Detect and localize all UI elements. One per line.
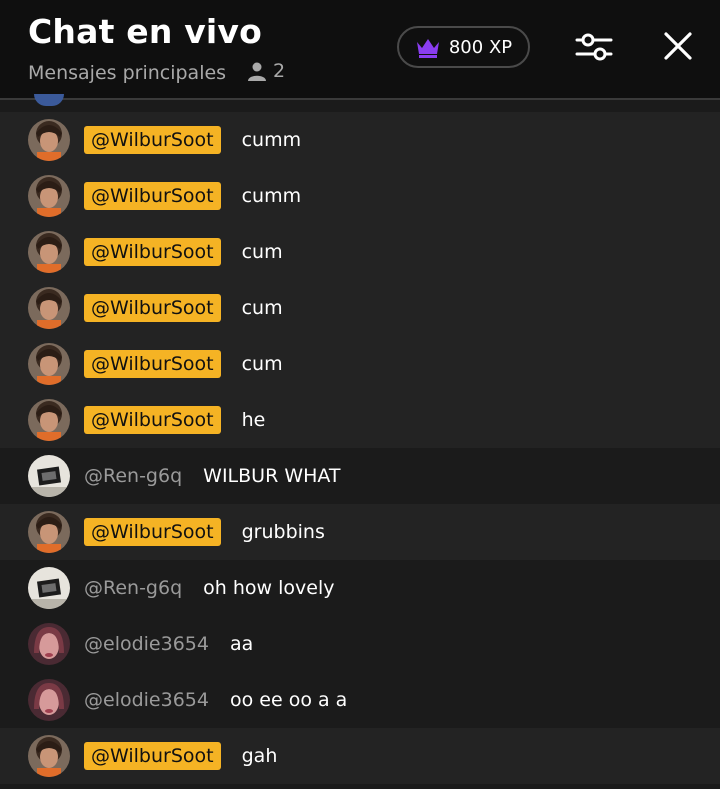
chat-message[interactable]: @WilburSoot cum [0, 280, 720, 336]
avatar-wilbur[interactable] [28, 511, 70, 553]
owner-username-badge[interactable]: @WilburSoot [84, 294, 221, 322]
chat-header: Chat en vivo Mensajes principales 2 800 … [0, 0, 720, 100]
crown-icon [416, 39, 439, 58]
message-text: aa [229, 633, 254, 655]
message-text: oo ee oo a a [229, 689, 348, 711]
avatar-wilbur[interactable] [28, 175, 70, 217]
viewer-count: 2 [247, 60, 285, 82]
avatar-wilbur[interactable] [28, 287, 70, 329]
message-text: cumm [241, 185, 302, 207]
chat-message[interactable]: @elodie3654 aa [0, 616, 720, 672]
username[interactable]: @elodie3654 [84, 689, 209, 711]
avatar-wilbur[interactable] [28, 343, 70, 385]
message-text: cumm [241, 129, 302, 151]
owner-username-badge[interactable]: @WilburSoot [84, 126, 221, 154]
chat-message-list[interactable]: @WilburSoot cumm @WilburSoot cumm @Wilbu… [0, 112, 720, 789]
partial-avatar [34, 94, 64, 106]
xp-badge[interactable]: 800 XP [397, 26, 530, 68]
chat-message[interactable]: @WilburSoot cum [0, 336, 720, 392]
message-text: cum [241, 297, 283, 319]
chat-filter-label[interactable]: Mensajes principales [28, 62, 226, 84]
xp-value: 800 XP [448, 36, 513, 58]
username[interactable]: @Ren-g6q [84, 577, 182, 599]
message-text: he [241, 409, 266, 431]
message-text: oh how lovely [203, 577, 335, 599]
message-text: WILBUR WHAT [203, 465, 341, 487]
avatar-wilbur[interactable] [28, 119, 70, 161]
page-title: Chat en vivo [28, 12, 263, 51]
chat-message[interactable]: @WilburSoot he [0, 392, 720, 448]
close-icon [664, 32, 692, 60]
chat-message[interactable]: @WilburSoot cum [0, 224, 720, 280]
owner-username-badge[interactable]: @WilburSoot [84, 742, 221, 770]
avatar-ren[interactable] [28, 455, 70, 497]
username[interactable]: @Ren-g6q [84, 465, 182, 487]
message-text: grubbins [241, 521, 325, 543]
owner-username-badge[interactable]: @WilburSoot [84, 350, 221, 378]
owner-username-badge[interactable]: @WilburSoot [84, 518, 221, 546]
owner-username-badge[interactable]: @WilburSoot [84, 182, 221, 210]
message-text: cum [241, 241, 283, 263]
person-icon [248, 62, 266, 81]
chat-message[interactable]: @WilburSoot cumm [0, 112, 720, 168]
chat-message[interactable]: @elodie3654 oo ee oo a a [0, 672, 720, 728]
avatar-elodie[interactable] [28, 623, 70, 665]
avatar-wilbur[interactable] [28, 231, 70, 273]
chat-message[interactable]: @WilburSoot gah [0, 728, 720, 784]
owner-username-badge[interactable]: @WilburSoot [84, 238, 221, 266]
avatar-ren[interactable] [28, 567, 70, 609]
avatar-wilbur[interactable] [28, 735, 70, 777]
avatar-elodie[interactable] [28, 679, 70, 721]
chat-settings-button[interactable] [574, 27, 614, 67]
owner-username-badge[interactable]: @WilburSoot [84, 406, 221, 434]
chat-message[interactable]: @WilburSoot grubbins [0, 504, 720, 560]
username[interactable]: @elodie3654 [84, 633, 209, 655]
message-text: gah [241, 745, 278, 767]
avatar-wilbur[interactable] [28, 399, 70, 441]
sliders-icon [575, 33, 613, 61]
chat-message[interactable]: @WilburSoot cumm [0, 168, 720, 224]
close-chat-button[interactable] [660, 28, 696, 64]
viewer-count-value: 2 [273, 60, 286, 82]
chat-message[interactable]: @Ren-g6q WILBUR WHAT [0, 448, 720, 504]
message-text: cum [241, 353, 283, 375]
chat-message[interactable]: @Ren-g6q oh how lovely [0, 560, 720, 616]
